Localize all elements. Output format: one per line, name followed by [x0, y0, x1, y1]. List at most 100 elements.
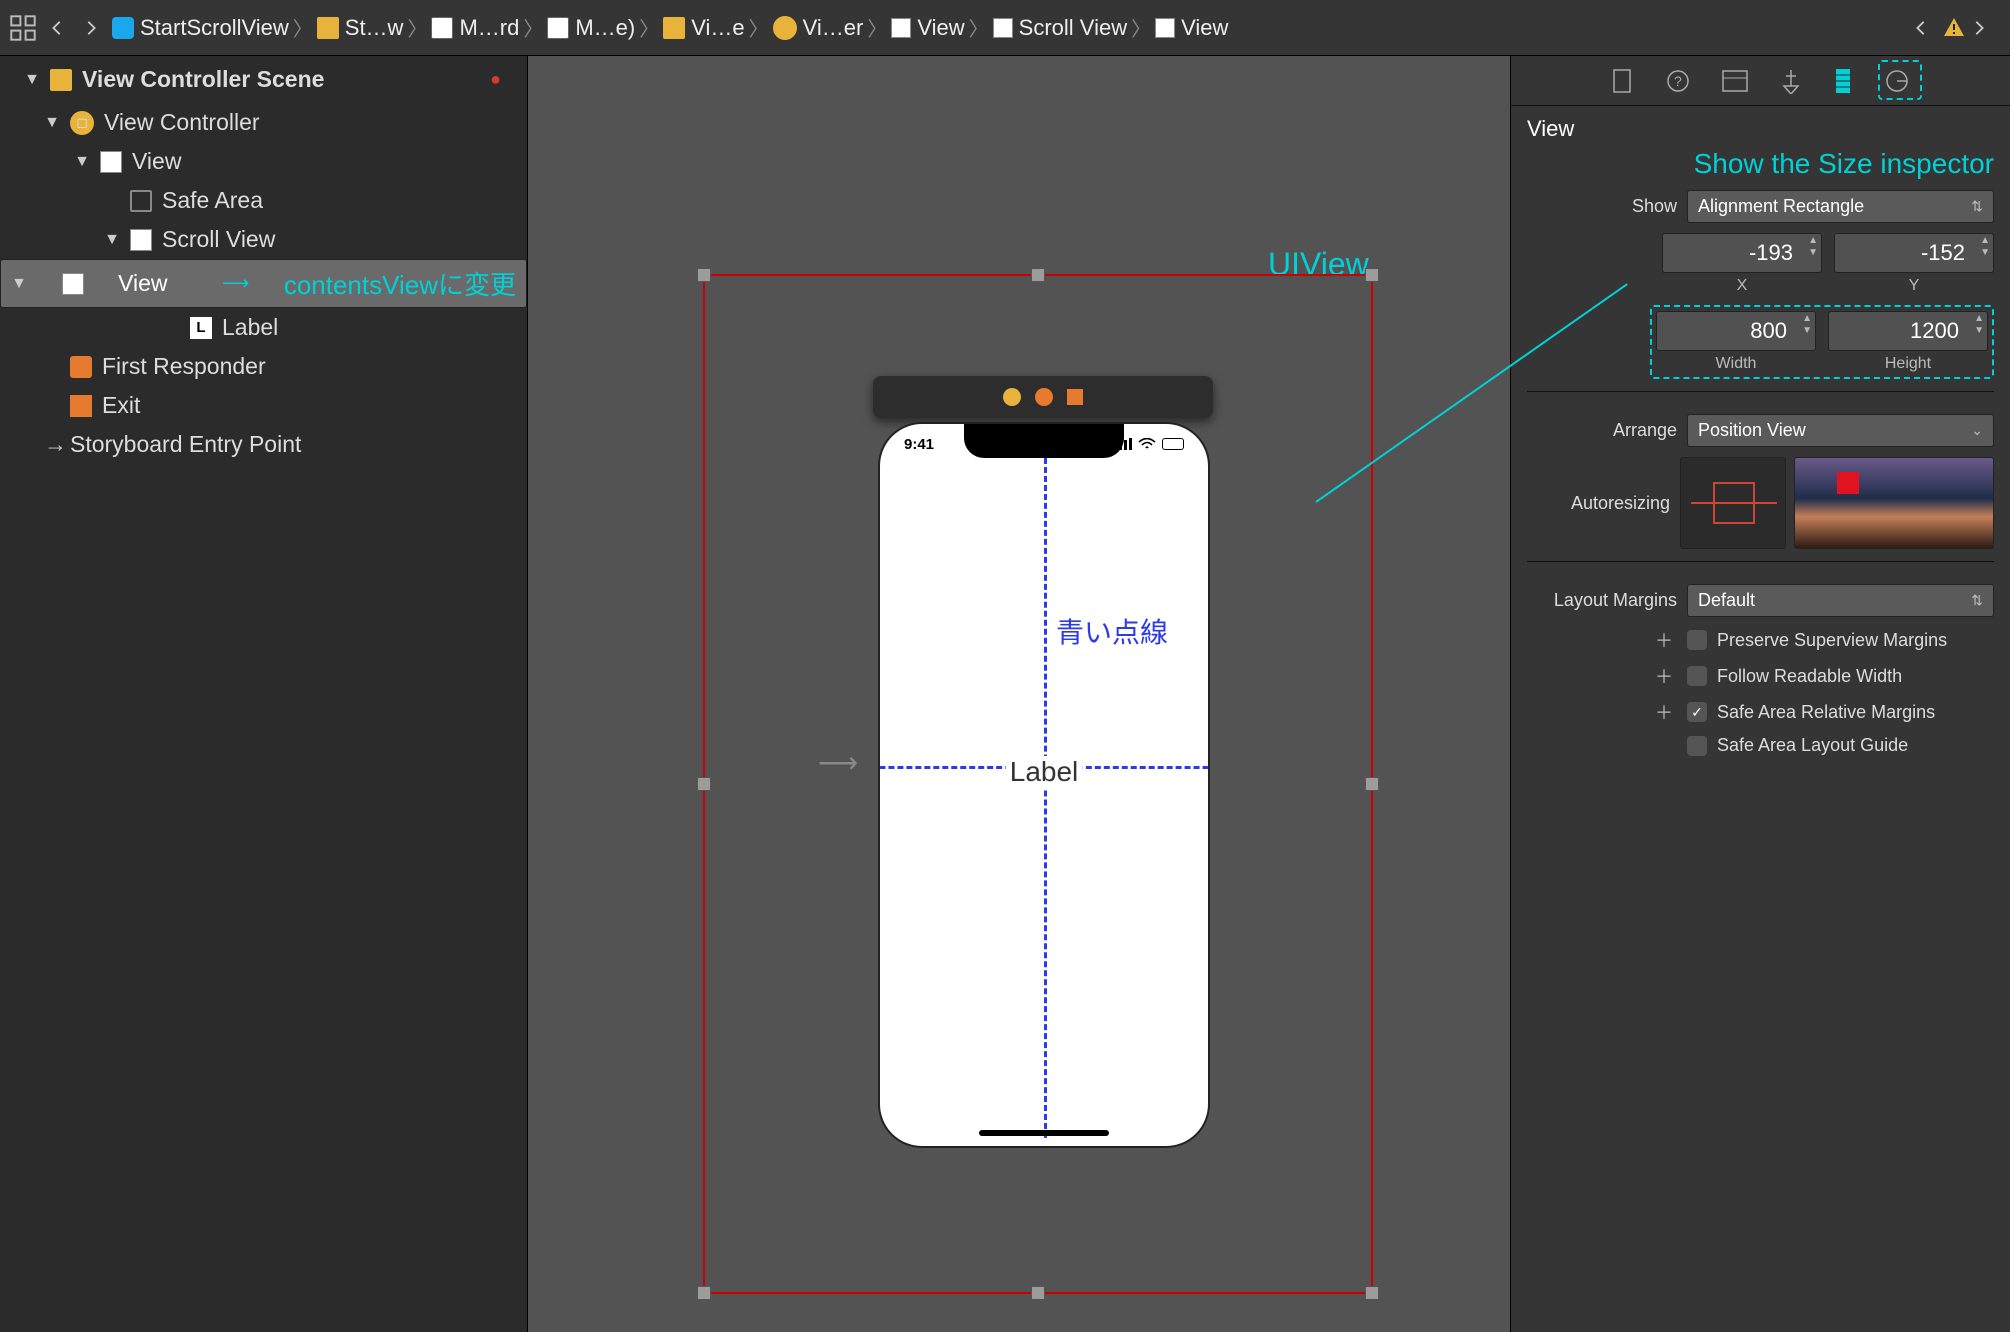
identity-inspector-tab[interactable] — [1722, 70, 1748, 92]
autoresizing-control[interactable] — [1680, 457, 1786, 549]
resize-handle[interactable] — [697, 1286, 711, 1300]
annotation-highlight-box: ▲▼Width ▲▼Height — [1650, 305, 1994, 379]
stepper-icon[interactable]: ▲▼ — [1802, 313, 1812, 337]
jump-next-button[interactable] — [1966, 15, 1992, 41]
document-outline: ▼ View Controller Scene ● ▼◻ View Contro… — [0, 56, 528, 1332]
view-icon — [130, 229, 152, 251]
resize-handle[interactable] — [1365, 268, 1379, 282]
follow-checkbox[interactable] — [1687, 666, 1707, 686]
scene-header[interactable]: ▼ View Controller Scene ● — [0, 56, 527, 103]
annotation-gray-arrow-icon: ⟶ — [818, 746, 858, 779]
label-icon: L — [190, 317, 212, 339]
node-scroll-view[interactable]: ▼ Scroll View — [0, 220, 527, 259]
exit-icon — [70, 395, 92, 417]
crumb-scroll[interactable]: Scroll View — [993, 15, 1127, 41]
home-indicator — [979, 1130, 1109, 1136]
breadcrumb: StartScrollView〉 St…w〉 M…rd〉 M…e)〉 Vi…e〉… — [112, 13, 1908, 42]
signal-icon — [1114, 438, 1132, 450]
width-field[interactable]: ▲▼ — [1656, 311, 1816, 351]
viewcontroller-icon: ◻ — [70, 111, 94, 135]
guide-vertical — [1044, 458, 1047, 1138]
resize-handle[interactable] — [1031, 268, 1045, 282]
safe-guide-checkbox[interactable] — [1687, 736, 1707, 756]
toolbar: StartScrollView〉 St…w〉 M…rd〉 M…e)〉 Vi…e〉… — [0, 0, 2010, 56]
add-variation-button[interactable]: ＋ — [1527, 699, 1677, 725]
crumb-vc[interactable]: Vi…er — [773, 15, 864, 41]
resize-handle[interactable] — [1365, 777, 1379, 791]
device-frame[interactable]: 9:41 Label — [878, 422, 1210, 1148]
swift-file-icon — [112, 17, 134, 39]
node-view-controller[interactable]: ▼◻ View Controller — [0, 103, 527, 142]
inspector-section-title: View — [1527, 116, 1994, 142]
dropdown-icon: ⌄ — [1971, 422, 1983, 439]
x-field[interactable]: ▲▼ — [1662, 233, 1822, 273]
safe-area-icon — [130, 190, 152, 212]
add-variation-button[interactable]: ＋ — [1527, 627, 1677, 653]
preserve-checkbox[interactable] — [1687, 630, 1707, 650]
show-select[interactable]: Alignment Rectangle⇅ — [1687, 190, 1994, 223]
size-inspector-tab[interactable] — [1834, 67, 1852, 95]
node-safe-area[interactable]: Safe Area — [0, 181, 527, 220]
battery-icon — [1162, 438, 1184, 450]
crumb-project[interactable]: StartScrollView — [112, 15, 289, 41]
scene-icon — [50, 69, 72, 91]
view-icon — [100, 151, 122, 173]
status-icons — [1114, 438, 1184, 450]
related-items-icon[interactable] — [10, 15, 36, 41]
resize-handle[interactable] — [1031, 1286, 1045, 1300]
scene-toolbar[interactable] — [873, 376, 1213, 418]
layout-margins-select[interactable]: Default⇅ — [1687, 584, 1994, 617]
first-responder-dock-icon[interactable] — [1035, 388, 1053, 406]
viewcontroller-icon — [773, 16, 797, 40]
view-icon — [1155, 18, 1175, 38]
scene-title: View Controller Scene — [82, 66, 324, 93]
crumb-folder[interactable]: St…w — [317, 15, 404, 41]
viewcontroller-dock-icon[interactable] — [1003, 388, 1021, 406]
crumb-content[interactable]: View — [1155, 15, 1228, 41]
stepper-icon[interactable]: ▲▼ — [1808, 235, 1818, 259]
stepper-icon[interactable]: ▲▼ — [1980, 235, 1990, 259]
conflict-indicator-icon[interactable]: ● — [490, 69, 501, 90]
status-time: 9:41 — [904, 436, 934, 453]
warning-icon[interactable] — [1942, 16, 1966, 40]
attributes-inspector-tab[interactable] — [1780, 68, 1802, 94]
view-icon — [891, 18, 911, 38]
interface-builder-canvas[interactable]: UIView 9:41 Label — [528, 56, 1510, 1332]
stepper-icon[interactable]: ▲▼ — [1974, 313, 1984, 337]
arrange-select[interactable]: Position View⌄ — [1687, 414, 1994, 447]
annotation-arrow-icon: ⟶ — [222, 272, 249, 295]
forward-button[interactable] — [78, 15, 104, 41]
y-field[interactable]: ▲▼ — [1834, 233, 1994, 273]
disclosure-triangle-icon[interactable]: ▼ — [24, 71, 40, 89]
crumb-view[interactable]: View — [891, 15, 964, 41]
dropdown-icon: ⇅ — [1971, 592, 1983, 609]
help-inspector-tab[interactable]: ? — [1666, 69, 1690, 93]
node-exit[interactable]: Exit — [0, 386, 527, 425]
file-inspector-tab[interactable] — [1612, 68, 1634, 94]
node-label[interactable]: L Label — [0, 308, 527, 347]
inspector-tabs: ? — [1511, 56, 2010, 106]
resize-handle[interactable] — [1365, 1286, 1379, 1300]
annotation-highlight-box — [1878, 60, 1922, 100]
node-first-responder[interactable]: First Responder — [0, 347, 527, 386]
node-content-view[interactable]: ▼ View ⟶ contentsViewに変更 — [0, 259, 527, 308]
add-variation-button[interactable]: ＋ — [1527, 663, 1677, 689]
crumb-scene[interactable]: Vi…e — [663, 15, 744, 41]
storyboard-icon — [431, 17, 453, 39]
scene-icon — [663, 17, 685, 39]
safe-rel-checkbox[interactable]: ✓ — [1687, 702, 1707, 722]
node-entry-point[interactable]: → Storyboard Entry Point — [0, 425, 527, 464]
height-field[interactable]: ▲▼ — [1828, 311, 1988, 351]
jump-prev-button[interactable] — [1908, 15, 1934, 41]
crumb-storyboard-2[interactable]: M…e) — [547, 15, 635, 41]
resize-handle[interactable] — [697, 777, 711, 791]
dropdown-icon: ⇅ — [1971, 198, 1983, 215]
back-button[interactable] — [44, 15, 70, 41]
uilabel[interactable]: Label — [1006, 756, 1083, 788]
folder-icon — [317, 17, 339, 39]
exit-dock-icon[interactable] — [1067, 389, 1083, 405]
crumb-storyboard[interactable]: M…rd — [431, 15, 519, 41]
resize-handle[interactable] — [697, 268, 711, 282]
node-view[interactable]: ▼ View — [0, 142, 527, 181]
iphone-notch — [964, 424, 1124, 458]
